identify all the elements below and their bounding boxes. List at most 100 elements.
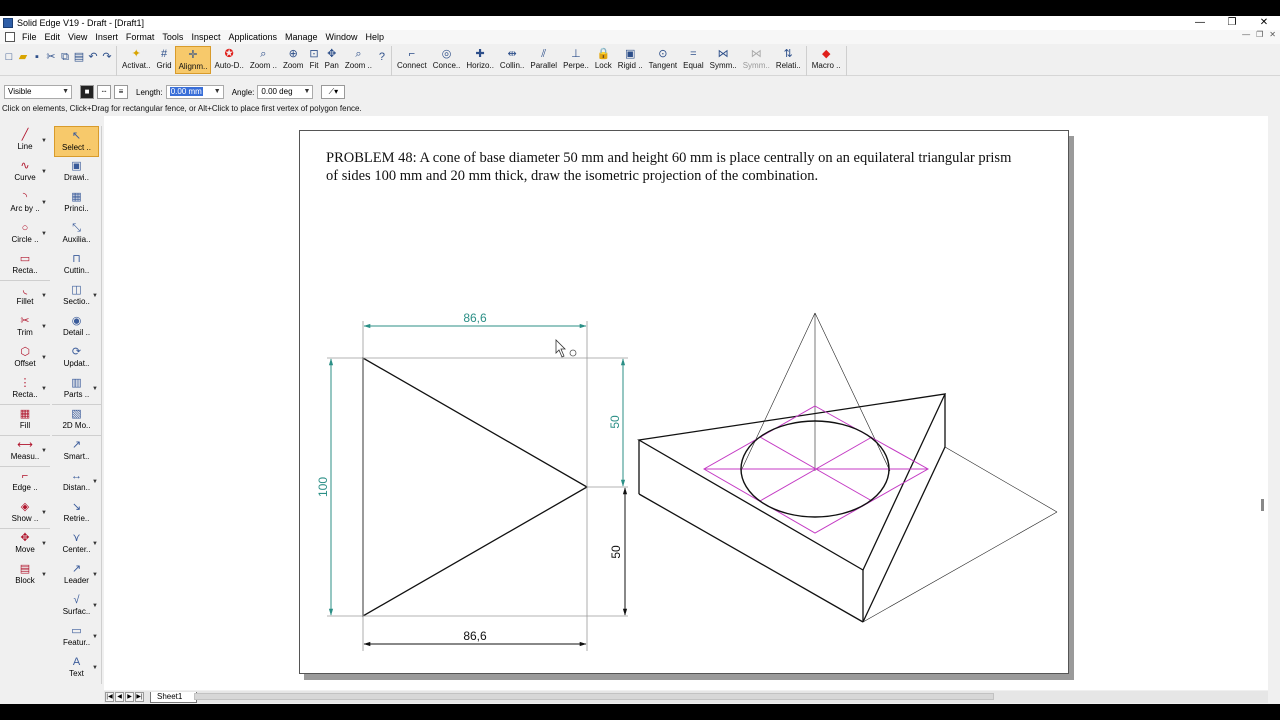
symmetry-axis-button[interactable]: ⋈ Symm.. (740, 46, 773, 74)
equal-button[interactable]: = Equal (680, 46, 706, 74)
line-color-icon[interactable]: ■ (80, 85, 94, 99)
dimension-right-upper-text[interactable]: 50 (608, 415, 622, 429)
drawing-sheet[interactable]: PROBLEM 48: A cone of base diameter 50 m… (299, 130, 1069, 674)
dimension-right-upper[interactable]: 50 (608, 358, 626, 487)
minimize-button[interactable]: — (1184, 16, 1216, 30)
dimension-top-width[interactable]: 86,6 (363, 311, 587, 329)
chevron-down-icon[interactable]: ▼ (41, 231, 47, 237)
sheet-tab-sheet1[interactable]: Sheet1 (150, 691, 198, 703)
doc-restore-icon[interactable]: ❐ (1256, 30, 1263, 39)
previous-sheet-icon[interactable]: ◀ (115, 692, 124, 702)
maximize-button[interactable]: ❐ (1216, 16, 1248, 30)
menu-edit[interactable]: Edit (41, 32, 65, 42)
last-sheet-icon[interactable]: ▶| (135, 692, 144, 702)
leader-tool[interactable]: ↗ Leader ▼ (52, 560, 101, 591)
chevron-down-icon[interactable]: ▼ (92, 386, 98, 392)
line-width-icon[interactable]: ≡ (114, 85, 128, 99)
close-button[interactable]: ✕ (1248, 16, 1280, 30)
distance-between-tool[interactable]: ↔ Distan.. ▼ (52, 467, 101, 498)
horizontal-scrollbar[interactable] (194, 693, 994, 700)
chevron-down-icon[interactable]: ▼ (41, 200, 47, 206)
menu-tools[interactable]: Tools (158, 32, 187, 42)
drawing-view-tool[interactable]: ▣ Drawi.. (52, 157, 101, 188)
parallel-button[interactable]: ⫽ Parallel (527, 46, 560, 74)
activate-button[interactable]: ✦ Activat.. (119, 46, 153, 74)
chevron-down-icon[interactable]: ▼ (92, 541, 98, 547)
connect-button[interactable]: ⌐ Connect (394, 46, 430, 74)
drawing-canvas[interactable]: PROBLEM 48: A cone of base diameter 50 m… (104, 116, 1268, 690)
fit-button[interactable]: ⊡ Fit (306, 46, 321, 74)
menu-inspect[interactable]: Inspect (187, 32, 224, 42)
feature-control-frame-tool[interactable]: ▭ Featur.. ▼ (52, 622, 101, 653)
chevron-down-icon[interactable]: ▼ (92, 572, 98, 578)
chevron-down-icon[interactable]: ▼ (41, 510, 47, 516)
triangle-outline[interactable] (362, 356, 589, 618)
grid-button[interactable]: # Grid (153, 46, 174, 74)
redo-icon[interactable]: ↷ (100, 46, 114, 74)
dimension-top-width-text[interactable]: 86,6 (463, 311, 487, 325)
drawing-geometry[interactable]: 86,6 100 50 50 86,6 (300, 131, 1070, 675)
auto-dimension-button[interactable]: ✪ Auto-D.. (211, 46, 246, 74)
open-icon[interactable]: ▰ (16, 46, 30, 74)
2d-model-view-tool[interactable]: ▧ 2D Mo.. (52, 405, 101, 436)
menu-help[interactable]: Help (362, 32, 389, 42)
chevron-down-icon[interactable]: ▼ (92, 634, 98, 640)
dimension-right-lower-text[interactable]: 50 (609, 545, 623, 559)
menu-view[interactable]: View (64, 32, 91, 42)
surface-texture-tool[interactable]: √ Surfac.. ▼ (52, 591, 101, 622)
triangle-front-view[interactable] (362, 356, 589, 618)
smart-dimension-tool[interactable]: ↗ Smart.. (52, 436, 101, 467)
rectangle-tool[interactable]: ▭ Recta.. (0, 250, 50, 281)
doc-minimize-icon[interactable]: — (1242, 30, 1250, 39)
prism-bottom-left[interactable] (638, 493, 864, 623)
chevron-down-icon[interactable]: ▼ (92, 293, 98, 299)
trim-tool[interactable]: ✂ Trim ▼ (0, 312, 50, 343)
chevron-down-icon[interactable]: ▼ (41, 169, 47, 175)
horizontal-vertical-button[interactable]: ✚ Horizo.. (463, 46, 497, 74)
detail-view-tool[interactable]: ◉ Detail .. (52, 312, 101, 343)
lock-button[interactable]: 🔒 Lock (592, 46, 615, 74)
chevron-down-icon[interactable]: ▼ (41, 138, 47, 144)
cut-icon[interactable]: ✂ (44, 46, 58, 74)
pan-button[interactable]: ✥ Pan (322, 46, 342, 74)
menu-window[interactable]: Window (322, 32, 362, 42)
zoom-area-button[interactable]: ⌕ Zoom .. (247, 46, 280, 74)
whats-this-icon[interactable]: ? (375, 46, 389, 74)
document-icon[interactable] (5, 32, 15, 42)
collinear-button[interactable]: ⇹ Collin.. (497, 46, 527, 74)
dimension-bottom-width[interactable]: 86,6 (363, 629, 587, 647)
center-mark-tool[interactable]: ⋎ Center.. ▼ (52, 529, 101, 560)
block-tool[interactable]: ▤ Block ▼ (0, 560, 50, 591)
dimension-left-height-text[interactable]: 100 (316, 477, 330, 497)
cutting-plane-tool[interactable]: ⊓ Cuttin.. (52, 250, 101, 281)
fillet-tool[interactable]: ◟ Fillet ▼ (0, 281, 50, 312)
tangent-button[interactable]: ⊙ Tangent (646, 46, 680, 74)
vertical-scroll-thumb[interactable] (1261, 499, 1264, 511)
arc-tool[interactable]: ◝ Arc by .. ▼ (0, 188, 50, 219)
auxiliary-view-tool[interactable]: ⤡ Auxilia.. (52, 219, 101, 250)
menu-manage[interactable]: Manage (281, 32, 322, 42)
next-sheet-icon[interactable]: ▶ (125, 692, 134, 702)
update-views-tool[interactable]: ⟳ Updat.. (52, 343, 101, 374)
measure-tool[interactable]: ⟷ Measu.. ▼ (0, 436, 50, 467)
rigid-set-button[interactable]: ▣ Rigid .. (615, 46, 646, 74)
prism-bottom-right[interactable] (862, 446, 946, 623)
menu-file[interactable]: File (18, 32, 41, 42)
dimension-bottom-width-text[interactable]: 86,6 (463, 629, 487, 643)
line-tool[interactable]: ╱ Line ▼ (0, 126, 50, 157)
dimension-right-lower[interactable]: 50 (609, 487, 628, 616)
curve-tool[interactable]: ∿ Curve ▼ (0, 157, 50, 188)
line-options-icon[interactable]: ⟋▾ (321, 85, 346, 99)
zoom-previous-button[interactable]: ⌕ Zoom .. (342, 46, 375, 74)
dimension-left-height[interactable]: 100 (316, 358, 334, 616)
move-tool[interactable]: ✥ Move ▼ (0, 529, 50, 560)
new-icon[interactable]: □ (2, 46, 16, 74)
rectangular-pattern-tool[interactable]: ⋮ Recta.. ▼ (0, 374, 50, 405)
text-tool[interactable]: A Text ▼ (52, 653, 101, 684)
show-hide-tool[interactable]: ◈ Show .. ▼ (0, 498, 50, 529)
chevron-down-icon[interactable]: ▼ (41, 386, 47, 392)
layer-select[interactable]: Visible ▼ (4, 85, 72, 99)
chevron-down-icon[interactable]: ▼ (41, 324, 47, 330)
first-sheet-icon[interactable]: |◀ (105, 692, 114, 702)
edge-painter-tool[interactable]: ⌐ Edge .. (0, 467, 50, 498)
